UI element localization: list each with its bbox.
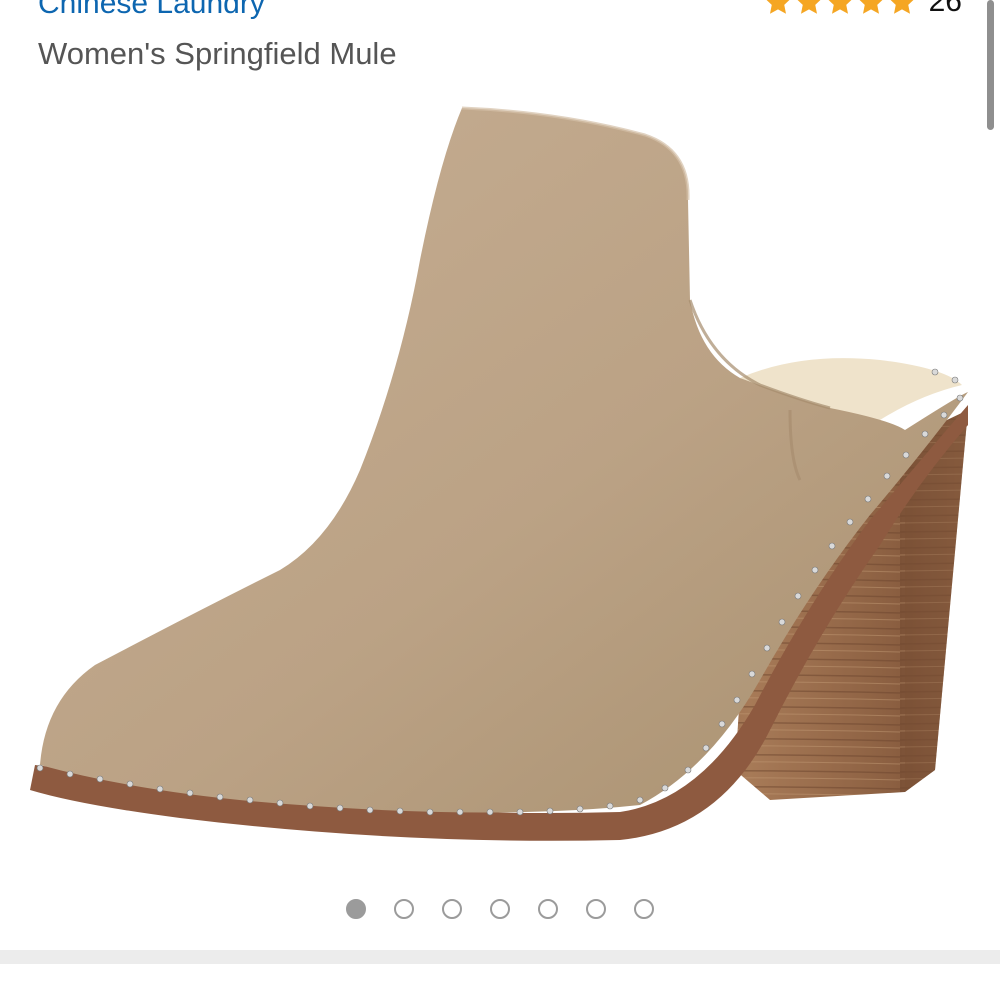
- carousel-dot[interactable]: [442, 899, 462, 919]
- section-divider: [0, 950, 1000, 964]
- carousel-indicator: [0, 899, 1000, 919]
- star-icon: [828, 0, 852, 14]
- review-count[interactable]: 26: [929, 0, 962, 20]
- carousel-dot[interactable]: [346, 899, 366, 919]
- star-icon: [797, 0, 821, 14]
- rating-summary[interactable]: 26: [763, 0, 962, 20]
- product-title: Women's Springfield Mule: [38, 36, 397, 71]
- carousel-dot[interactable]: [490, 899, 510, 919]
- star-icon: [766, 0, 790, 14]
- brand-link[interactable]: Chinese Laundry: [38, 0, 265, 22]
- star-icon: [859, 0, 883, 14]
- carousel-dot[interactable]: [538, 899, 558, 919]
- carousel-dot[interactable]: [394, 899, 414, 919]
- carousel-dot[interactable]: [634, 899, 654, 919]
- star-rating: [763, 0, 917, 17]
- product-image[interactable]: [0, 95, 1000, 875]
- carousel-dot[interactable]: [586, 899, 606, 919]
- star-icon: [890, 0, 914, 14]
